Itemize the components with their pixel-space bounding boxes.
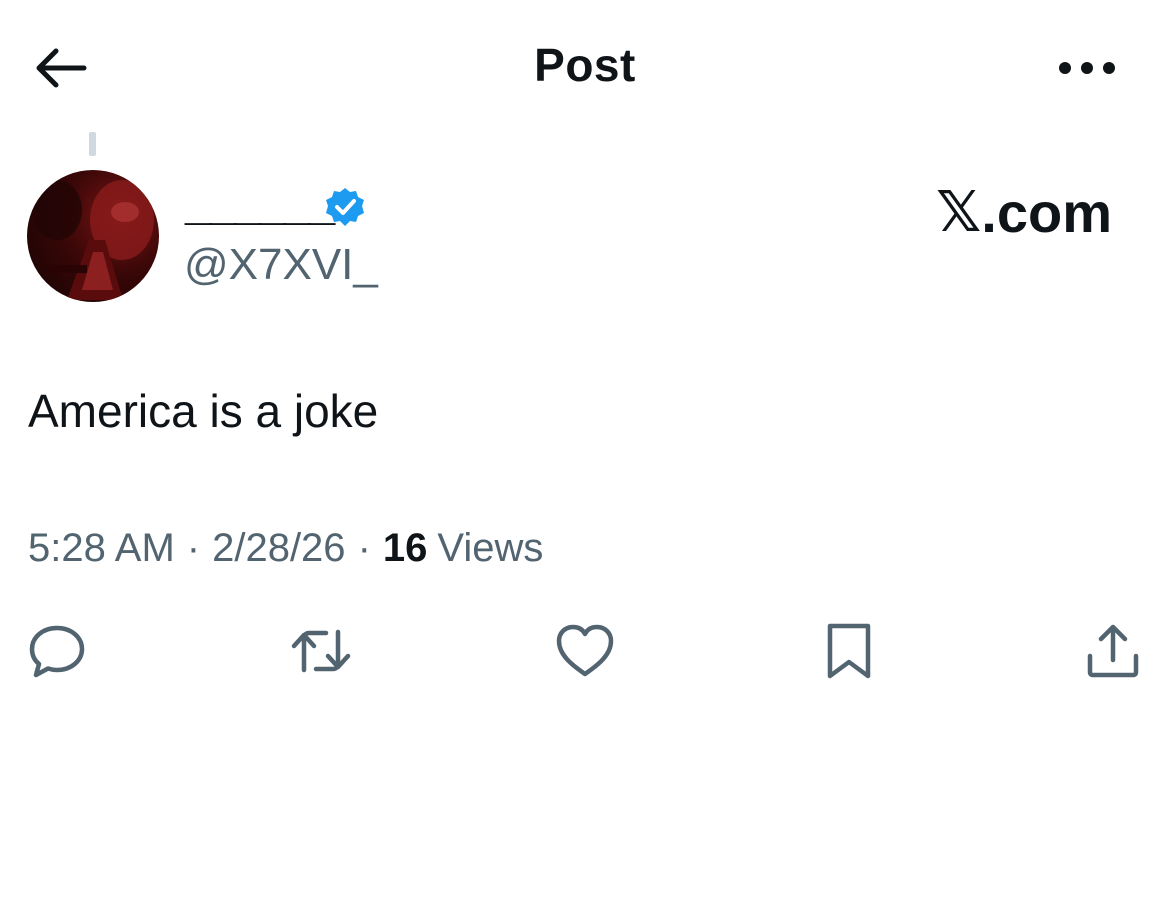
x-logo-icon: 𝕏	[936, 180, 982, 245]
heart-icon	[556, 624, 614, 677]
repost-button[interactable]	[286, 616, 356, 686]
post-metadata: 5:28 AM · 2/28/26 · 16 Views	[28, 526, 543, 571]
meta-separator: ·	[186, 526, 201, 570]
share-icon	[1087, 624, 1139, 678]
reply-button[interactable]	[22, 616, 92, 686]
avatar-image	[32, 180, 154, 300]
watermark-domain: .com	[981, 181, 1112, 244]
post-text: America is a joke	[28, 385, 379, 437]
repost-icon	[291, 629, 351, 673]
bookmark-icon	[827, 623, 871, 679]
post-time: 5:28 AM	[28, 526, 175, 570]
views-label: Views	[437, 526, 544, 570]
more-options-button[interactable]	[1052, 48, 1122, 88]
meta-separator: ·	[357, 526, 371, 570]
share-button[interactable]	[1078, 616, 1148, 686]
thread-connector-line	[89, 132, 96, 156]
post-detail-screen: Post ______ @X7XVI_ 𝕏 .com America is a j…	[0, 0, 1170, 917]
verified-badge-icon	[326, 188, 364, 226]
page-title: Post	[534, 39, 636, 91]
post-date: 2/28/26	[212, 526, 346, 570]
header: Post	[0, 0, 1170, 130]
reply-icon	[29, 625, 85, 678]
display-name[interactable]: ______	[185, 176, 335, 231]
like-button[interactable]	[550, 616, 620, 686]
action-bar	[0, 616, 1170, 686]
x-com-watermark: 𝕏 .com	[936, 180, 1112, 245]
user-handle[interactable]: @X7XVI_	[184, 240, 378, 290]
bookmark-button[interactable]	[814, 616, 884, 686]
avatar[interactable]	[27, 170, 159, 302]
more-options-icon	[1059, 62, 1115, 74]
views-count: 16	[382, 526, 428, 570]
